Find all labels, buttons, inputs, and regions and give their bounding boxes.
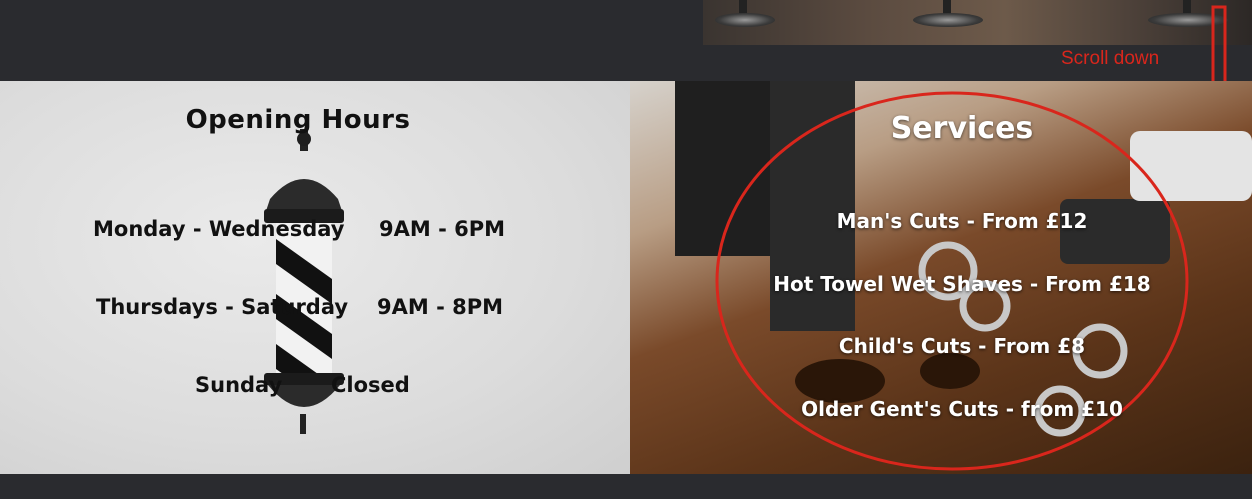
service-item: Older Gent's Cuts - from £10 [801,397,1123,421]
top-barbershop-photo [703,0,1252,45]
hours-row-days: Thursdays - Saturday [96,295,349,319]
opening-hours-section: Opening Hours Monday - Wednesday 9AM - 6… [0,81,630,474]
hours-row-time: Closed [331,373,410,397]
opening-hours-title: Opening Hours [185,105,411,135]
hours-row-time: 9AM - 8PM [377,295,503,319]
footer-bar [0,474,1252,499]
services-title: Services [890,111,1034,146]
services-section: Services Man's Cuts - From £12 Hot Towel… [630,81,1252,474]
service-item: Child's Cuts - From £8 [838,334,1086,358]
hours-row-days: Sunday [195,373,283,397]
service-item: Hot Towel Wet Shaves - From £18 [773,272,1151,296]
scroll-down-annotation: Scroll down [1061,48,1160,69]
hours-row-time: 9AM - 6PM [379,217,505,241]
service-item: Man's Cuts - From £12 [836,209,1088,233]
hours-row-days: Monday - Wednesday [93,217,345,241]
